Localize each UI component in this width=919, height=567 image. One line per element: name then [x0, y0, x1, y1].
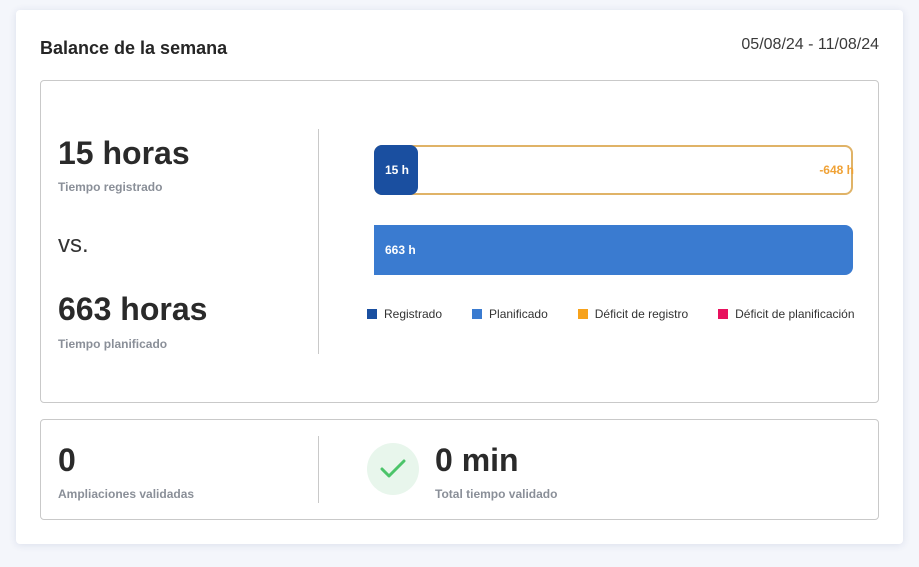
legend-swatch: [367, 309, 377, 319]
vs-text: vs.: [58, 231, 89, 258]
chart-legend: Registrado Planificado Déficit de regist…: [367, 307, 855, 321]
legend-item-deficit-planificacion: Déficit de planificación: [718, 307, 855, 321]
registered-deficit-label: -648 h: [819, 163, 854, 177]
vertical-divider: [318, 436, 319, 503]
planned-hours-label: Tiempo planificado: [58, 337, 168, 351]
registered-bar-label: 15 h: [385, 163, 410, 177]
validated-badge: [367, 443, 419, 495]
legend-item-registrado: Registrado: [367, 307, 442, 321]
legend-swatch: [718, 309, 729, 319]
total-validated-value: 0 min: [435, 442, 519, 478]
legend-label: Déficit de registro: [594, 307, 689, 321]
legend-swatch: [577, 309, 588, 319]
legend-label: Déficit de planificación: [735, 307, 855, 321]
registered-hours-label: Tiempo registrado: [58, 180, 163, 194]
planned-bar: [374, 225, 853, 275]
legend-item-planificado: Planificado: [472, 307, 548, 321]
planned-hours-value: 663 horas: [58, 291, 208, 327]
check-icon: [380, 459, 406, 478]
legend-swatch: [472, 309, 483, 319]
legend-item-deficit-registro: Déficit de registro: [577, 307, 689, 321]
extensions-value: 0: [58, 442, 76, 478]
registered-bar-track: [374, 145, 853, 195]
legend-label: Planificado: [489, 307, 548, 321]
total-validated-label: Total tiempo validado: [435, 487, 558, 501]
validation-panel: 0 Ampliaciones validadas 0 min Total tie…: [40, 419, 879, 520]
vertical-divider: [318, 129, 319, 354]
weekly-balance-card: Balance de la semana 05/08/24 - 11/08/24…: [16, 10, 903, 544]
planned-bar-label: 663 h: [385, 243, 416, 257]
card-title: Balance de la semana: [40, 38, 228, 58]
registered-hours-value: 15 horas: [58, 135, 190, 171]
legend-label: Registrado: [384, 307, 443, 321]
extensions-label: Ampliaciones validadas: [58, 487, 195, 501]
balance-panel: 15 horas Tiempo registrado vs. 663 horas…: [40, 80, 879, 403]
date-range: 05/08/24 - 11/08/24: [741, 36, 879, 53]
